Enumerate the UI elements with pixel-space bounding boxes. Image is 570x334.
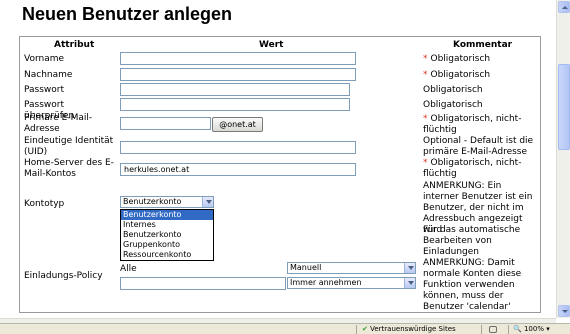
checkmark-icon: ✔ (362, 325, 368, 333)
arrow-down-icon (562, 310, 568, 313)
comment-einladung-1: Für das automatische Bearbeiten von Einl… (423, 225, 521, 257)
protected-mode-icon[interactable] (489, 326, 497, 333)
status-divider (356, 325, 357, 334)
label-nachname: Nachname (24, 70, 73, 80)
label-email: Primäre E-Mail-Adresse (24, 113, 93, 134)
user-form-table: Attribut Wert Kommentar Vorname * Obligat… (19, 36, 541, 313)
comment-email: * Obligatorisch, nicht-flüchtig (423, 114, 539, 136)
email-domain-button[interactable]: @onet.at (212, 117, 263, 132)
scroll-down-button[interactable] (558, 305, 570, 317)
security-zone[interactable]: ✔ Vertrauenswürdige Sites (362, 324, 456, 334)
zoom-control[interactable]: 🔍 100% ▾ (513, 324, 550, 334)
chevron-down-icon[interactable] (202, 197, 213, 207)
kontotyp-dropdown-list: Benutzerkonto Internes Benutzerkonto Gru… (120, 209, 214, 261)
status-bar: ✔ Vertrauenswürdige Sites 🔍 100% ▾ (0, 323, 570, 334)
status-divider (481, 325, 482, 334)
kontotyp-select[interactable]: Benutzerkonto (120, 196, 214, 208)
zoom-level: 100% (523, 325, 544, 333)
email-input[interactable] (120, 117, 211, 130)
page-title: Neuen Benutzer anlegen (22, 4, 233, 24)
label-passwort: Passwort (24, 85, 65, 95)
comment-einladung-2: ANMERKUNG: Damit normale Konten diese Fu… (423, 258, 522, 312)
password-input[interactable] (120, 83, 350, 96)
einladung-action-value: Immer annehmen (290, 278, 362, 287)
einladung-mode-select[interactable]: Manuell (287, 262, 416, 274)
chevron-down-icon[interactable] (404, 263, 415, 273)
header-value: Wert (259, 40, 284, 50)
kontotyp-selected-value: Benutzerkonto (123, 197, 182, 206)
label-einladung: Einladungs-Policy (24, 271, 103, 281)
required-marker: * (423, 70, 428, 80)
kontotyp-option[interactable]: Benutzerkonto (121, 210, 213, 220)
header-attribute: Attribut (54, 40, 95, 50)
einladung-address-input[interactable] (120, 277, 286, 290)
comment-nachname-text: Obligatorisch (430, 70, 491, 80)
comment-passwort: Obligatorisch (423, 85, 483, 95)
comment-nachname: * Obligatorisch (423, 70, 539, 81)
comment-vorname-text: Obligatorisch (430, 54, 491, 64)
einladung-scope-label: Alle (120, 264, 137, 274)
label-identity: Eindeutige Identität (UID) (24, 136, 114, 157)
label-kontotyp: Kontotyp (24, 199, 65, 209)
password-confirm-input[interactable] (120, 98, 350, 111)
arrow-up-icon (562, 6, 568, 9)
label-homeserver: Home-Server des E-Mail-Kontos (24, 158, 114, 179)
vertical-scrollbar[interactable] (556, 0, 570, 318)
comment-identity: Optional - Default ist die primäre E-Mai… (423, 136, 534, 157)
homeserver-input[interactable] (120, 163, 356, 176)
scroll-up-button[interactable] (558, 1, 570, 13)
security-zone-label: Vertrauenswürdige Sites (370, 325, 456, 333)
header-comment: Kommentar (453, 40, 513, 50)
comment-homeserver: * Obligatorisch, nicht-flüchtig (423, 158, 539, 180)
required-marker: * (423, 114, 428, 124)
kontotyp-option[interactable]: Ressourcenkonto (121, 250, 213, 260)
comment-homeserver-text: Obligatorisch, nicht-flüchtig (423, 158, 522, 179)
required-marker: * (423, 158, 428, 168)
vorname-input[interactable] (120, 52, 356, 65)
comment-vorname: * Obligatorisch (423, 54, 539, 65)
required-marker: * (423, 54, 428, 64)
nachname-input[interactable] (120, 68, 356, 81)
uid-input[interactable] (120, 141, 356, 154)
einladung-action-select[interactable]: Immer annehmen (287, 277, 416, 289)
einladung-mode-value: Manuell (290, 263, 322, 272)
status-divider (508, 325, 509, 334)
kontotyp-option[interactable]: Internes Benutzerkonto (121, 220, 213, 240)
label-vorname: Vorname (24, 54, 65, 64)
scrollbar-thumb[interactable] (558, 64, 570, 150)
kontotyp-option[interactable]: Gruppenkonto (121, 240, 213, 250)
comment-email-text: Obligatorisch, nicht-flüchtig (423, 114, 522, 135)
comment-passwort-check: Obligatorisch (423, 100, 483, 110)
chevron-down-icon[interactable] (404, 278, 415, 288)
